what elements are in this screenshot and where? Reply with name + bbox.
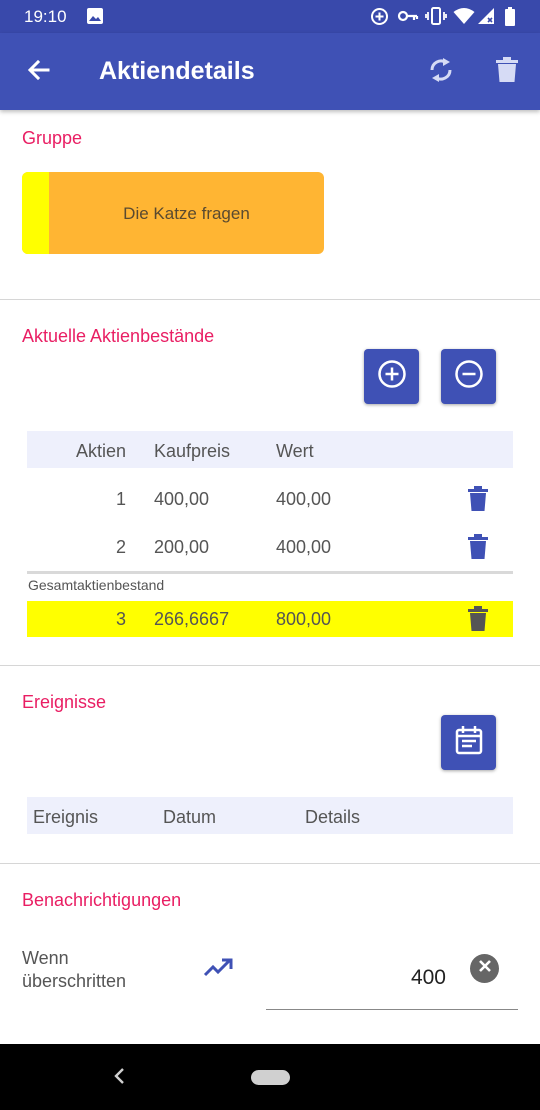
total-shares: 3: [115, 609, 126, 629]
threshold-input-underline: [266, 1009, 518, 1010]
group-color-stripe: [22, 172, 49, 254]
divider: [0, 299, 540, 300]
vpn-key-icon: [397, 7, 419, 30]
threshold-input[interactable]: 400: [266, 966, 446, 990]
column-header-date: Datum: [163, 807, 217, 827]
clear-icon: [478, 959, 492, 978]
events-table-header: [27, 797, 513, 834]
trash-icon: [468, 606, 488, 635]
threshold-label-line2: überschritten: [22, 971, 127, 991]
row-shares: 1: [115, 489, 126, 509]
signal-icon: [477, 7, 495, 30]
data-saver-icon: [370, 7, 389, 31]
trash-icon: [496, 56, 518, 88]
delete-row-button[interactable]: [468, 534, 490, 560]
remove-shares-button[interactable]: [441, 349, 496, 404]
threshold-label: Wenn überschritten: [22, 947, 126, 993]
column-header-shares: Aktien: [75, 441, 126, 461]
nav-back-icon[interactable]: [113, 1066, 125, 1091]
remove-circle-icon: [454, 359, 484, 394]
vibrate-icon: [425, 7, 447, 30]
trash-icon: [468, 534, 488, 563]
group-card[interactable]: Die Katze fragen: [22, 172, 324, 254]
events-section-title: Ereignisse: [22, 692, 107, 712]
calendar-icon: [455, 725, 483, 760]
refresh-button[interactable]: [424, 55, 458, 89]
total-value: 800,00: [276, 609, 332, 629]
column-header-price: Kaufpreis: [154, 441, 231, 461]
sync-icon: [428, 56, 454, 89]
delete-button[interactable]: [490, 55, 524, 89]
battery-icon: [504, 7, 516, 31]
clear-threshold-button[interactable]: [470, 954, 499, 983]
page-title: Aktiendetails: [99, 57, 255, 85]
column-header-event: Ereignis: [33, 807, 99, 827]
trending-up-icon[interactable]: [203, 958, 233, 983]
add-event-button[interactable]: [441, 715, 496, 770]
arrow-back-icon: [26, 57, 52, 88]
add-circle-icon: [377, 359, 407, 394]
wifi-icon: [453, 7, 475, 30]
app-bar: Aktiendetails: [0, 33, 540, 110]
threshold-label-line1: Wenn: [22, 948, 69, 968]
column-header-value: Wert: [276, 441, 314, 461]
notifications-section-title: Benachrichtigungen: [22, 890, 182, 910]
status-bar: 19:10: [0, 0, 540, 33]
group-section-title: Gruppe: [22, 128, 83, 148]
row-price: 200,00: [154, 537, 210, 557]
row-shares: 2: [115, 537, 126, 557]
delete-all-button[interactable]: [468, 606, 490, 632]
row-value: 400,00: [276, 537, 332, 557]
add-shares-button[interactable]: [364, 349, 419, 404]
divider: [0, 863, 540, 864]
holdings-section-title: Aktuelle Aktienbestände: [22, 326, 215, 346]
total-separator: [27, 571, 513, 574]
image-icon: [86, 7, 104, 30]
status-time: 19:10: [24, 7, 67, 26]
nav-home-button[interactable]: [251, 1070, 290, 1085]
row-value: 400,00: [276, 489, 332, 509]
total-caption: Gesamtaktienbestand: [28, 577, 165, 593]
group-card-label: Die Katze fragen: [123, 204, 250, 223]
trash-icon: [468, 486, 488, 515]
divider: [0, 665, 540, 666]
delete-row-button[interactable]: [468, 486, 490, 512]
total-price: 266,6667: [154, 609, 230, 629]
row-price: 400,00: [154, 489, 210, 509]
back-button[interactable]: [22, 55, 56, 89]
column-header-details: Details: [305, 807, 361, 827]
